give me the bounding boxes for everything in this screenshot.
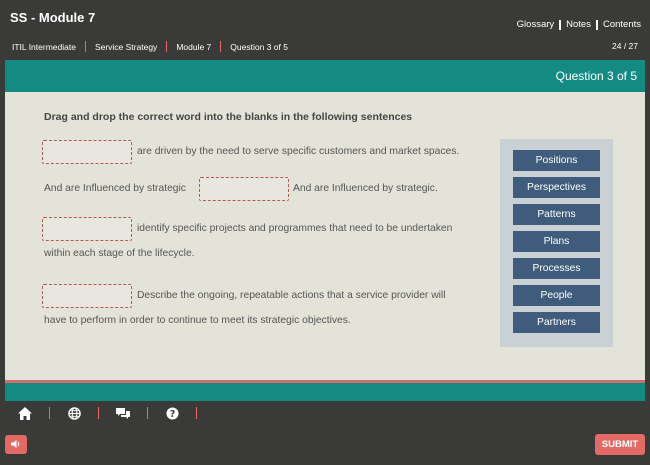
word-tile-perspectives[interactable]: Perspectives (513, 177, 600, 198)
glossary-link[interactable]: Glossary (517, 19, 554, 30)
drop-blank-2[interactable] (199, 177, 289, 201)
drop-blank-4[interactable] (42, 284, 132, 308)
word-tile-partners[interactable]: Partners (513, 312, 600, 333)
breadcrumb-item: ITIL Intermediate (12, 41, 76, 52)
breadcrumb-divider (220, 41, 222, 52)
word-tile-people[interactable]: People (513, 285, 600, 306)
instruction-text: Drag and drop the correct word into the … (44, 111, 413, 123)
globe-icon[interactable] (66, 405, 82, 421)
breadcrumb-item: Module 7 (176, 41, 212, 52)
question-banner: Question 3 of 5 (5, 60, 645, 92)
submit-button[interactable]: SUBMIT (595, 434, 645, 455)
breadcrumb-item: Service Strategy (94, 41, 158, 52)
word-tile-processes[interactable]: Processes (513, 258, 600, 279)
nav-divider (147, 407, 148, 419)
word-bank: Positions Perspectives Patterns Plans Pr… (500, 139, 613, 347)
svg-text:?: ? (169, 408, 174, 419)
sentence-2-after: And are Influenced by strategic. (293, 183, 438, 194)
top-link-divider (559, 19, 562, 30)
breadcrumb-divider (84, 41, 86, 52)
word-tile-positions[interactable]: Positions (513, 150, 600, 171)
help-icon[interactable]: ? (164, 405, 180, 421)
sentence-3-line2: within each stage of the lifecycle. (44, 248, 195, 259)
drop-blank-1[interactable] (42, 140, 132, 164)
sentence-4-line2: have to perform in order to continue to … (44, 315, 351, 326)
nav-divider (196, 407, 197, 419)
top-link-divider (595, 19, 598, 30)
word-tile-plans[interactable]: Plans (513, 231, 600, 252)
page-count: 24 / 27 (612, 41, 638, 51)
nav-divider (49, 407, 50, 419)
drop-blank-3[interactable] (42, 217, 132, 241)
speaker-icon (11, 436, 21, 454)
notes-link[interactable]: Notes (566, 19, 591, 30)
sentence-4-line1: Describe the ongoing, repeatable actions… (137, 290, 446, 301)
top-links: Glossary Notes Contents (517, 19, 641, 30)
breadcrumb: ITIL Intermediate Service Strategy Modul… (12, 41, 288, 52)
sentence-1-text: are driven by the need to serve specific… (137, 146, 460, 157)
breadcrumb-item: Question 3 of 5 (230, 41, 288, 52)
sound-button[interactable] (5, 435, 27, 454)
sentence-2-before: And are Influenced by strategic (44, 183, 186, 194)
sentence-3-line1: identify specific projects and programme… (137, 223, 453, 234)
footer-teal-bar (5, 383, 645, 401)
contents-link[interactable]: Contents (603, 19, 641, 30)
word-tile-patterns[interactable]: Patterns (513, 204, 600, 225)
chat-icon[interactable] (115, 405, 131, 421)
question-label: Question 3 of 5 (555, 69, 637, 83)
nav-divider (98, 407, 99, 419)
bottom-nav: ? (17, 405, 213, 421)
home-icon[interactable] (17, 405, 33, 421)
course-title: SS - Module 7 (10, 10, 96, 25)
breadcrumb-divider (166, 41, 168, 52)
question-panel: Drag and drop the correct word into the … (5, 92, 645, 380)
